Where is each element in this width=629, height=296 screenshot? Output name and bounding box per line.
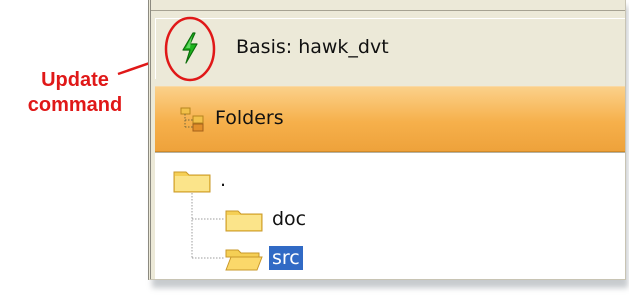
- tree-node-label: src: [269, 246, 303, 270]
- folders-panel-header[interactable]: Folders: [155, 86, 625, 152]
- folder-icon: [173, 171, 211, 193]
- annotation-line-1: Update: [41, 69, 109, 91]
- tree-node-label: .: [220, 169, 227, 191]
- open-folder-icon: [225, 249, 263, 271]
- basis-toolbar: Basis: hawk_dvt: [155, 18, 625, 79]
- folders-panel-title: Folders: [215, 107, 284, 129]
- basis-label: Basis: hawk_dvt: [236, 36, 389, 58]
- folder-tree: . doc src: [155, 152, 625, 279]
- tree-node-src[interactable]: src: [225, 245, 303, 271]
- tree-node-root[interactable]: .: [173, 167, 229, 193]
- window-top-edge: [151, 10, 625, 11]
- lightning-bolt-icon: [182, 32, 198, 64]
- annotation-line-2: command: [27, 94, 123, 116]
- folder-icon: [225, 210, 263, 232]
- application-window: Basis: hawk_dvt Folders . doc src: [148, 0, 626, 280]
- update-button[interactable]: [176, 31, 204, 65]
- update-command-annotation: Update command: [8, 68, 142, 118]
- tree-node-doc[interactable]: doc: [225, 206, 309, 232]
- folder-tree-icon: [180, 107, 204, 132]
- tree-node-label: doc: [272, 208, 307, 230]
